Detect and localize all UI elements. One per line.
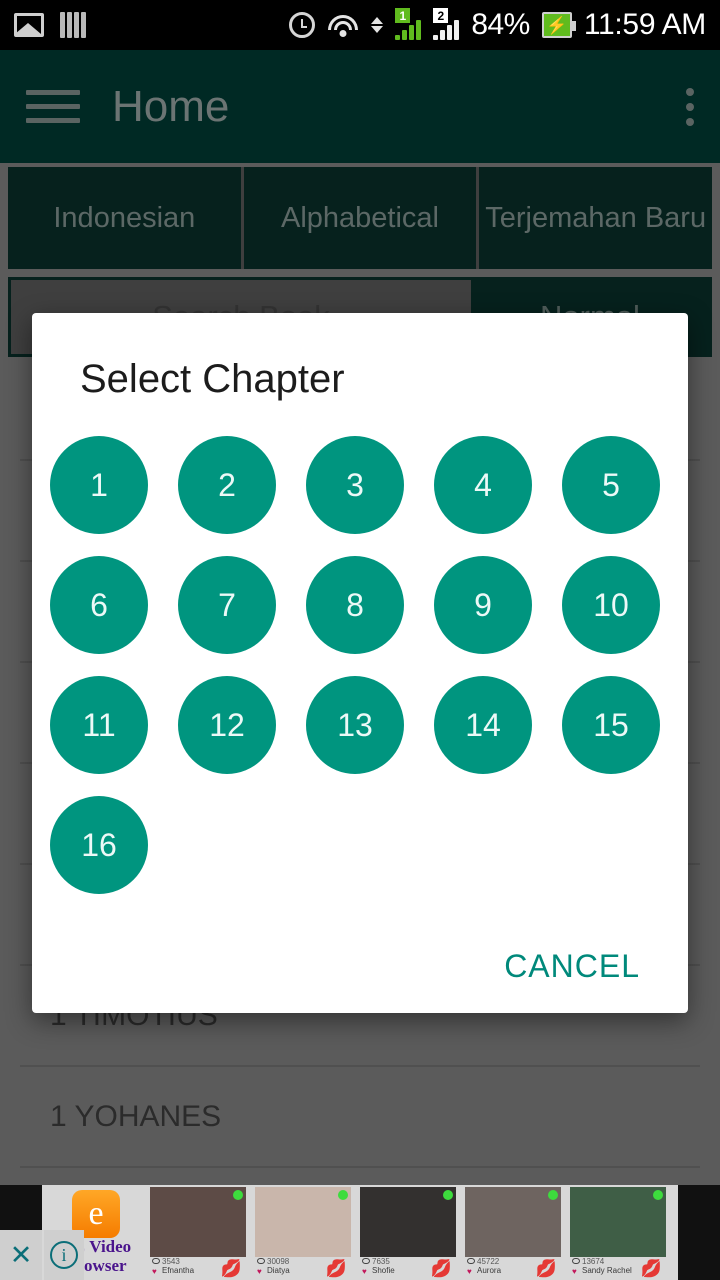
online-dot-icon (338, 1190, 348, 1200)
ad-thumb-card[interactable]: ♥ 13674 Sandy Rachel 💋 (570, 1185, 666, 1280)
eye-icon (362, 1258, 370, 1264)
chapter-chip-3[interactable]: 3 (306, 436, 404, 534)
ad-thumb-card[interactable]: ♥ 30098 Diatya 💋 (255, 1185, 351, 1280)
ad-thumb-photo (570, 1187, 666, 1257)
chapter-chip-8[interactable]: 8 (306, 556, 404, 654)
ad-thumb-meta: ♥ 7635 Shofie 💋 (360, 1257, 456, 1279)
ad-thumb-photo (150, 1187, 246, 1257)
ad-thumb-photo (465, 1187, 561, 1257)
signal-sim1-icon: 1 (395, 8, 422, 40)
heart-icon: ♥ (362, 1267, 367, 1276)
chapter-chip-5[interactable]: 5 (562, 436, 660, 534)
heart-icon: ♥ (572, 1267, 577, 1276)
gallery-icon (14, 13, 44, 37)
dialog-title: Select Chapter (80, 357, 345, 401)
chapter-chip-4[interactable]: 4 (434, 436, 532, 534)
sim2-label: 2 (433, 8, 449, 23)
status-bar: 1 2 84% ⚡ 11:59 AM (0, 0, 720, 50)
lips-icon: 💋 (535, 1259, 557, 1278)
chapter-chip-12[interactable]: 12 (178, 676, 276, 774)
ad-thumb-card[interactable]: ♥ 3543 Efnantha 💋 (150, 1185, 246, 1280)
ad-thumb-photo (255, 1187, 351, 1257)
chapter-chip-2[interactable]: 2 (178, 436, 276, 534)
ad-info-button[interactable]: i (44, 1230, 84, 1280)
ad-banner[interactable]: e UC Video Browser ♥ 3543 Efnantha 💋 ♥ 3… (0, 1185, 720, 1280)
chapter-chip-16[interactable]: 16 (50, 796, 148, 894)
status-bar-left (14, 12, 86, 38)
data-transfer-icon (371, 17, 384, 33)
eye-icon (257, 1258, 265, 1264)
chapter-chip-14[interactable]: 14 (434, 676, 532, 774)
chapter-chip-15[interactable]: 15 (562, 676, 660, 774)
chapter-chip-1[interactable]: 1 (50, 436, 148, 534)
ad-thumb-meta: ♥ 3543 Efnantha 💋 (150, 1257, 246, 1279)
eye-icon (467, 1258, 475, 1264)
online-dot-icon (653, 1190, 663, 1200)
select-chapter-dialog: Select Chapter 1 2 3 4 5 6 7 8 9 10 11 1… (32, 313, 688, 1013)
clock: 11:59 AM (583, 8, 706, 41)
ad-thumb-meta: ♥ 30098 Diatya 💋 (255, 1257, 351, 1279)
chapter-chip-6[interactable]: 6 (50, 556, 148, 654)
chapter-chip-11[interactable]: 11 (50, 676, 148, 774)
ad-thumb-meta: ♥ 45722 Aurora 💋 (465, 1257, 561, 1279)
eye-icon (572, 1258, 580, 1264)
online-dot-icon (233, 1190, 243, 1200)
chapter-grid: 1 2 3 4 5 6 7 8 9 10 11 12 13 14 15 16 (32, 402, 672, 916)
heart-icon: ♥ (257, 1267, 262, 1276)
dialog-actions: CANCEL (32, 948, 688, 985)
sim-cards-icon (60, 12, 86, 38)
battery-percent: 84% (471, 8, 530, 41)
lips-icon: 💋 (325, 1259, 347, 1278)
ad-thumb-photo (360, 1187, 456, 1257)
lips-icon: 💋 (220, 1259, 242, 1278)
lips-icon: 💋 (430, 1259, 452, 1278)
lips-icon: 💋 (640, 1259, 662, 1278)
chapter-chip-9[interactable]: 9 (434, 556, 532, 654)
signal-sim2-icon: 2 (433, 8, 460, 40)
ad-thumb-card[interactable]: ♥ 45722 Aurora 💋 (465, 1185, 561, 1280)
eye-icon (152, 1258, 160, 1264)
ad-content[interactable]: e UC Video Browser ♥ 3543 Efnantha 💋 ♥ 3… (42, 1185, 678, 1280)
status-bar-right: 1 2 84% ⚡ 11:59 AM (289, 8, 706, 42)
online-dot-icon (548, 1190, 558, 1200)
info-icon: i (50, 1241, 78, 1269)
heart-icon: ♥ (467, 1267, 472, 1276)
heart-icon: ♥ (152, 1267, 157, 1276)
ad-thumb-meta: ♥ 13674 Sandy Rachel 💋 (570, 1257, 666, 1279)
cancel-button[interactable]: CANCEL (504, 948, 640, 985)
battery-charging-icon: ⚡ (541, 12, 576, 38)
ad-thumb-card[interactable]: ♥ 7635 Shofie 💋 (360, 1185, 456, 1280)
alarm-icon (289, 12, 316, 38)
wifi-icon (327, 12, 359, 38)
chapter-chip-7[interactable]: 7 (178, 556, 276, 654)
chapter-chip-13[interactable]: 13 (306, 676, 404, 774)
ad-close-button[interactable]: ✕ (0, 1230, 42, 1280)
online-dot-icon (443, 1190, 453, 1200)
phone-screen: 1 2 84% ⚡ 11:59 AM Home Indonesian Alpha… (0, 0, 720, 1280)
sim1-label: 1 (395, 8, 411, 23)
chapter-chip-10[interactable]: 10 (562, 556, 660, 654)
